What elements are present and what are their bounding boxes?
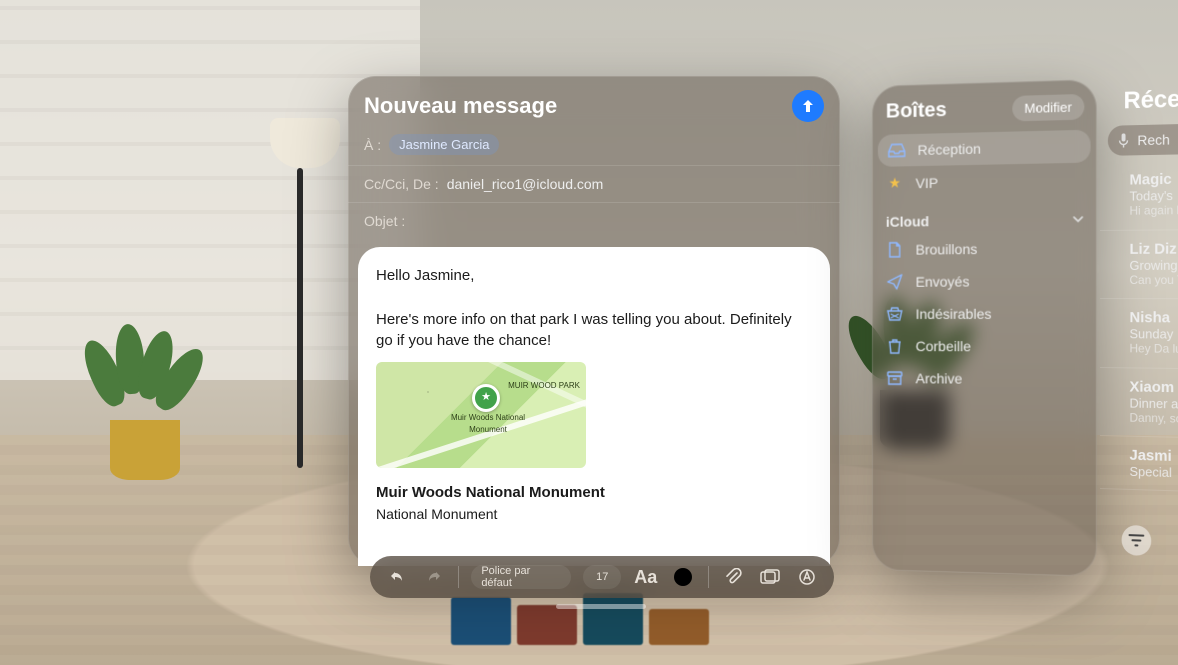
message-item[interactable]: Liz Diz Growing Can you Thanks bbox=[1100, 229, 1178, 299]
attach-button[interactable] bbox=[721, 564, 746, 590]
font-size-picker[interactable]: 17 bbox=[583, 565, 621, 589]
floor-lamp bbox=[270, 118, 330, 498]
account-section[interactable]: iCloud bbox=[872, 196, 1097, 234]
message-preview: Hi again breathta bbox=[1129, 202, 1178, 220]
message-sender: Nisha bbox=[1129, 309, 1178, 327]
message-subject: Growing bbox=[1129, 257, 1178, 273]
inbox-panel: Réce Rech Magic Today's Hi again breatht… bbox=[1100, 76, 1178, 495]
map-attachment[interactable]: MUIR WOOD PARK ★ Muir Woods National Mon… bbox=[376, 362, 586, 468]
mailbox-label: Corbeille bbox=[916, 338, 971, 354]
message-item[interactable]: Magic Today's Hi again breathta bbox=[1100, 159, 1178, 231]
mailbox-label: Brouillons bbox=[916, 241, 978, 258]
message-preview: Danny, so muc bbox=[1129, 410, 1178, 429]
to-field[interactable]: À : Jasmine Garcia bbox=[348, 124, 840, 166]
filter-icon bbox=[1128, 534, 1144, 547]
edit-button[interactable]: Modifier bbox=[1012, 94, 1084, 122]
junk-icon bbox=[886, 307, 904, 321]
search-placeholder: Rech bbox=[1137, 131, 1169, 148]
recipient-chip[interactable]: Jasmine Garcia bbox=[389, 134, 499, 155]
map-park-label: MUIR WOOD PARK bbox=[508, 380, 580, 392]
message-subject: Sunday bbox=[1129, 326, 1178, 342]
paperplane-icon bbox=[886, 274, 904, 290]
arrow-up-icon bbox=[800, 98, 816, 114]
attachment-title: Muir Woods National Monument bbox=[376, 482, 812, 504]
archive-icon bbox=[886, 371, 904, 385]
cc-label: Cc/Cci, De : bbox=[364, 176, 439, 192]
undo-button[interactable] bbox=[384, 564, 409, 590]
map-pin-label: Muir Woods National Monument bbox=[448, 412, 528, 435]
window-grabber[interactable] bbox=[556, 604, 646, 609]
markup-button[interactable] bbox=[795, 564, 820, 590]
undo-icon bbox=[388, 568, 406, 586]
plant-left bbox=[80, 320, 200, 480]
photos-icon bbox=[760, 569, 780, 585]
text-color-button[interactable] bbox=[670, 564, 695, 590]
paperclip-icon bbox=[724, 568, 742, 586]
mailbox-vip[interactable]: ★ VIP bbox=[872, 162, 1097, 200]
cc-from-field[interactable]: Cc/Cci, De : daniel_rico1@icloud.com bbox=[348, 166, 840, 203]
compose-body[interactable]: Hello Jasmine, Here's more info on that … bbox=[358, 247, 830, 566]
subject-label: Objet : bbox=[364, 213, 405, 229]
star-icon: ★ bbox=[886, 174, 904, 191]
body-greeting: Hello Jasmine, bbox=[376, 265, 812, 287]
mailbox-inbox[interactable]: Réception bbox=[878, 130, 1091, 167]
mailboxes-panel: Boîtes Modifier Réception ★ VIP iCloud B… bbox=[872, 79, 1097, 577]
microphone-icon bbox=[1118, 132, 1130, 148]
inbox-title: Réce bbox=[1100, 76, 1178, 126]
compose-title: Nouveau message bbox=[364, 93, 557, 119]
message-sender: Liz Diz bbox=[1129, 239, 1178, 257]
trash-icon bbox=[886, 338, 904, 354]
mailbox-archive[interactable]: Archive bbox=[872, 362, 1097, 396]
text-style-button[interactable]: Aa bbox=[633, 564, 658, 590]
mailbox-trash[interactable]: Corbeille bbox=[872, 330, 1097, 363]
mailbox-label: Indésirables bbox=[916, 306, 992, 322]
to-label: À : bbox=[364, 137, 381, 153]
format-toolbar: Police par défaut 17 Aa bbox=[370, 556, 834, 598]
filter-button[interactable] bbox=[1122, 525, 1152, 556]
body-paragraph: Here's more info on that park I was tell… bbox=[376, 309, 812, 353]
send-button[interactable] bbox=[792, 90, 824, 122]
search-field[interactable]: Rech bbox=[1108, 122, 1178, 156]
redo-icon bbox=[425, 568, 443, 586]
divider bbox=[708, 566, 709, 588]
from-address: daniel_rico1@icloud.com bbox=[447, 176, 604, 192]
insert-photo-button[interactable] bbox=[758, 564, 783, 590]
mailboxes-title: Boîtes bbox=[886, 99, 947, 124]
message-item[interactable]: Xiaom Dinner a Danny, so muc bbox=[1100, 368, 1178, 441]
message-item[interactable]: Nisha Sunday Hey Da lunch o bbox=[1100, 299, 1178, 370]
attachment-subtitle: National Monument bbox=[376, 504, 812, 524]
message-item[interactable]: Jasmi Special bbox=[1100, 436, 1178, 495]
message-sender: Magic bbox=[1129, 169, 1178, 189]
mailbox-label: VIP bbox=[916, 174, 939, 191]
message-subject: Special bbox=[1129, 464, 1178, 483]
compose-window: Nouveau message À : Jasmine Garcia Cc/Cc… bbox=[348, 76, 840, 566]
color-swatch-icon bbox=[674, 568, 692, 586]
subject-field[interactable]: Objet : bbox=[348, 203, 840, 239]
inbox-icon bbox=[888, 143, 906, 157]
message-subject: Today's bbox=[1129, 186, 1178, 203]
mailbox-junk[interactable]: Indésirables bbox=[872, 297, 1097, 330]
chevron-down-icon bbox=[1072, 213, 1084, 225]
map-pin-icon: ★ bbox=[472, 384, 500, 412]
mailbox-drafts[interactable]: Brouillons bbox=[872, 231, 1097, 266]
mailbox-sent[interactable]: Envoyés bbox=[872, 264, 1097, 298]
message-preview: Can you Thanks bbox=[1129, 272, 1178, 288]
account-name: iCloud bbox=[886, 213, 929, 230]
mailbox-label: Archive bbox=[916, 370, 963, 386]
font-picker[interactable]: Police par défaut bbox=[471, 565, 571, 589]
mailbox-label: Réception bbox=[918, 140, 981, 158]
document-icon bbox=[886, 242, 904, 258]
redo-button[interactable] bbox=[421, 564, 446, 590]
mailbox-label: Envoyés bbox=[916, 273, 970, 289]
divider bbox=[458, 566, 459, 588]
message-preview: Hey Da lunch o bbox=[1129, 341, 1178, 358]
markup-icon bbox=[798, 568, 816, 586]
